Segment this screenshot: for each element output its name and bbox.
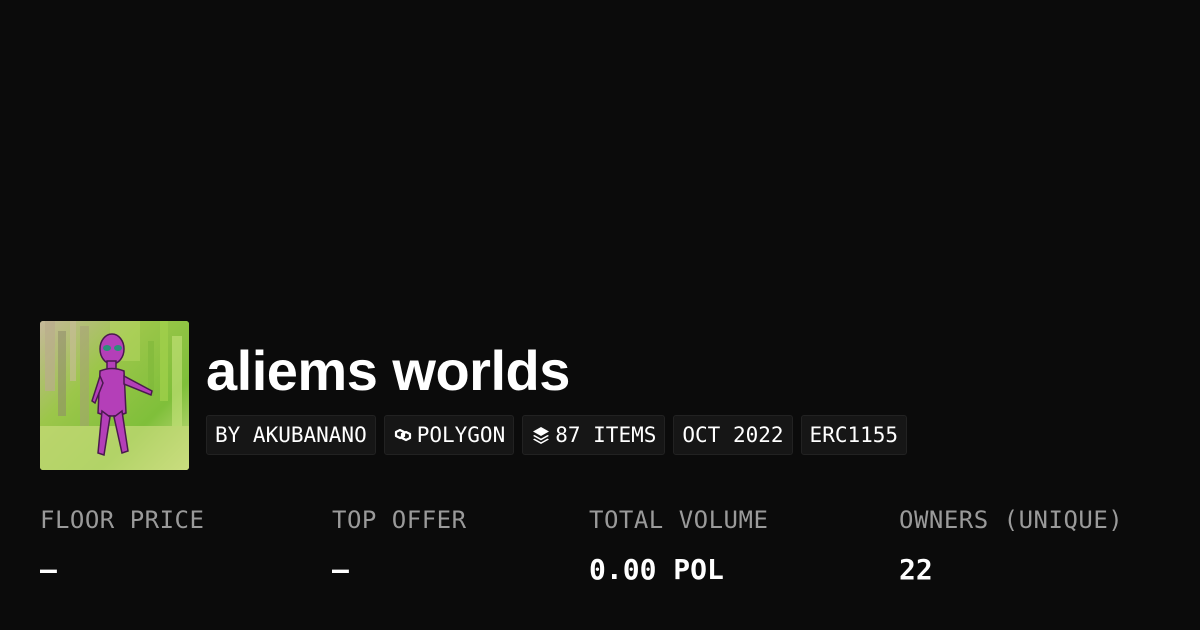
items-label: 87 ITEMS (555, 423, 657, 447)
created-date-badge: OCT 2022 (673, 415, 793, 455)
stat-top-offer: TOP OFFER – (332, 502, 467, 588)
stat-value: – (332, 553, 349, 586)
stat-value: 22 (899, 553, 933, 586)
chain-label: POLYGON (416, 423, 506, 447)
collection-badges: BY AKUBANANO POLYGON 87 ITEMS OCT 2022 E… (206, 415, 908, 455)
stat-label: FLOOR PRICE (40, 506, 205, 534)
collection-thumbnail[interactable] (40, 321, 189, 470)
chain-badge[interactable]: POLYGON (383, 415, 515, 455)
polygon-chain-icon (393, 425, 413, 445)
created-date-label: OCT 2022 (682, 423, 784, 447)
token-standard-badge: ERC1155 (800, 415, 908, 455)
stat-value: 0.00 POL (589, 553, 724, 586)
collection-title: aliems worlds (206, 339, 570, 402)
stat-value: – (40, 553, 57, 586)
layers-icon (531, 425, 551, 445)
alien-figure-artwork-icon (40, 321, 189, 470)
creator-label: BY AKUBANANO (215, 423, 367, 447)
stat-label: TOTAL VOLUME (589, 506, 769, 534)
items-badge[interactable]: 87 ITEMS (522, 415, 666, 455)
creator-badge[interactable]: BY AKUBANANO (206, 415, 376, 455)
stat-label: TOP OFFER (332, 506, 467, 534)
token-standard-label: ERC1155 (809, 423, 899, 447)
stat-label: OWNERS (UNIQUE) (899, 506, 1124, 534)
stat-total-volume: TOTAL VOLUME 0.00 POL (589, 502, 768, 588)
stat-floor-price: FLOOR PRICE – (40, 502, 204, 588)
stat-owners-unique: OWNERS (UNIQUE) 22 (899, 502, 1123, 588)
collection-card: aliems worlds BY AKUBANANO POLYGON 87 IT… (0, 0, 1200, 630)
